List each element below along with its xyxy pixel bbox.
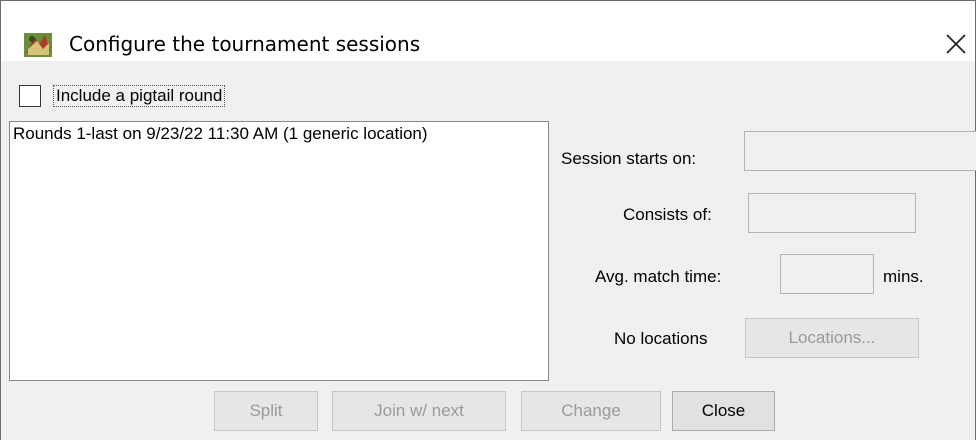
close-icon[interactable]: [943, 31, 969, 57]
window-title: Configure the tournament sessions: [69, 32, 421, 56]
starts-on-field[interactable]: [744, 131, 976, 171]
change-button[interactable]: Change: [521, 391, 661, 431]
session-list[interactable]: Rounds 1-last on 9/23/22 11:30 AM (1 gen…: [9, 121, 549, 381]
configure-sessions-dialog: Configure the tournament sessions Includ…: [0, 0, 976, 440]
join-button-label: Join w/ next: [374, 401, 464, 420]
consists-of-field[interactable]: [748, 193, 916, 233]
pigtail-round-label: Include a pigtail round: [53, 85, 226, 107]
app-icon: [24, 33, 52, 57]
dialog-body: Include a pigtail round Rounds 1-last on…: [1, 61, 976, 440]
locations-button[interactable]: Locations...: [745, 318, 919, 358]
split-button-label: Split: [249, 401, 283, 420]
change-button-label: Change: [561, 401, 621, 420]
locations-status: No locations: [614, 329, 708, 348]
starts-on-label: Session starts on:: [561, 149, 697, 168]
locations-button-label: Locations...: [788, 328, 876, 347]
split-button[interactable]: Split: [214, 391, 318, 431]
title-bar: Configure the tournament sessions: [1, 1, 975, 61]
pigtail-round-option[interactable]: Include a pigtail round: [19, 83, 226, 109]
avg-match-time-label: Avg. match time:: [595, 267, 722, 286]
list-item[interactable]: Rounds 1-last on 9/23/22 11:30 AM (1 gen…: [11, 124, 430, 144]
consists-of-label: Consists of:: [623, 205, 712, 224]
join-with-next-button[interactable]: Join w/ next: [332, 391, 506, 431]
avg-match-unit-label: mins.: [883, 267, 924, 286]
close-button[interactable]: Close: [672, 391, 775, 431]
close-button-label: Close: [701, 401, 746, 420]
pigtail-round-checkbox[interactable]: [19, 85, 41, 107]
avg-match-time-field[interactable]: [780, 254, 874, 294]
